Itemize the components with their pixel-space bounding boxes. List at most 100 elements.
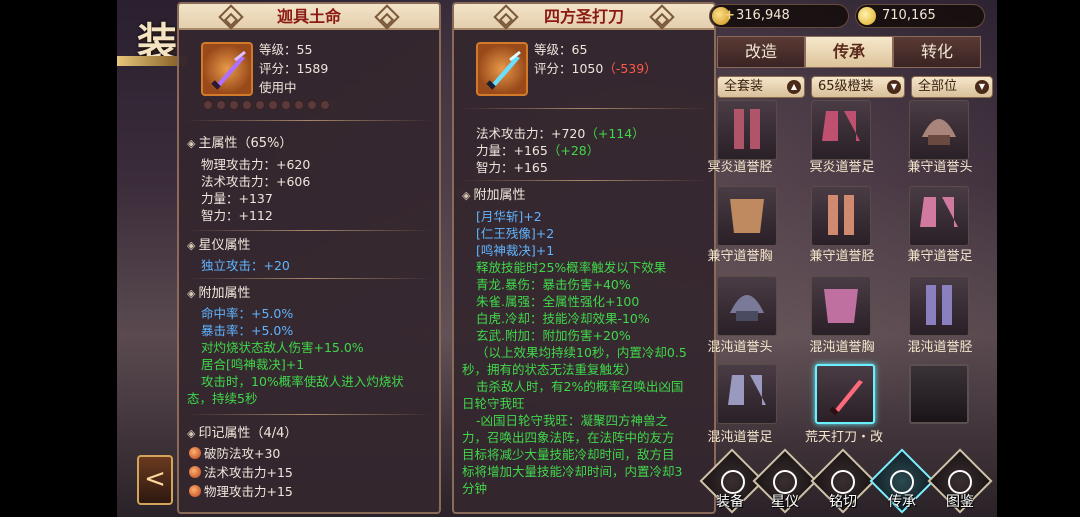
socket-dot — [216, 100, 226, 110]
sword-icon — [476, 42, 528, 96]
tab-inherit[interactable]: 传承 — [805, 36, 893, 68]
item-score: 评分：1589 — [259, 61, 329, 76]
score-diff: （-539） — [603, 61, 657, 76]
dropdown-icon: ▲ — [787, 80, 801, 94]
attr-strength: 力量：+165（+28） — [476, 142, 599, 159]
extra-attr-6: 朱雀.属强：全属性强化+100 — [476, 294, 640, 309]
main-attr-title: 主属性（65%） — [187, 135, 292, 152]
socket-dot — [255, 100, 265, 110]
equipment-slot[interactable] — [909, 186, 969, 246]
extra-attr-1: 命中率：+5.0% — [201, 306, 294, 321]
extra-attr-12: 日轮守我旺 — [462, 396, 525, 411]
equipment-slot[interactable] — [811, 186, 871, 246]
item-name: 四方圣打刀 — [543, 7, 624, 26]
equipment-slot[interactable] — [811, 100, 871, 160]
game-screen: 装 < 迦具土命 等级：55 评分：1589 使用中 主属性（65%） 物理攻击… — [0, 0, 1080, 517]
seal-gem-icon — [189, 466, 201, 478]
add-icon: + — [724, 8, 735, 23]
extra-attr-3: [鸣神裁决]+1 — [476, 243, 555, 258]
divider — [460, 108, 708, 109]
extra-attr-15: 目标将减少大量技能冷却时间，敌方目 — [462, 447, 675, 462]
attr-magic-value: 法术攻击力：+720 — [476, 126, 586, 141]
back-button[interactable]: < — [137, 455, 173, 505]
seal-gem-icon — [189, 447, 201, 459]
extra-attr-16: 标将增加大量技能冷却时间，内置冷却3 — [462, 464, 683, 479]
attr-strength-diff: （+28） — [547, 143, 600, 158]
equipment-slot[interactable] — [717, 186, 777, 246]
item-name: 兼守道誉胫 — [809, 249, 875, 264]
socket-dot — [281, 100, 291, 110]
ingot-counter[interactable]: 710,165 — [855, 4, 985, 28]
nav-codex-label: 图鉴 — [946, 494, 974, 510]
equipment-slot-selected[interactable] — [815, 364, 875, 424]
equipment-slot[interactable] — [717, 276, 777, 336]
tab-reform[interactable]: 改造 — [717, 36, 805, 68]
nav-engrave-label: 铭切 — [829, 494, 857, 510]
equipment-slot[interactable] — [909, 100, 969, 160]
equipment-slot[interactable] — [717, 100, 777, 160]
gold-counter[interactable]: + 316,948 — [709, 4, 849, 28]
extra-attr-13: -凶国日轮守我旺：凝聚四方神兽之 — [476, 413, 669, 428]
level-filter[interactable]: 65级橙装 ▼ — [811, 76, 905, 98]
set-filter[interactable]: 全套装 ▲ — [717, 76, 805, 98]
nav-equip-label: 装备 — [716, 494, 744, 510]
item-name: 荒天打刀・改 — [804, 430, 883, 445]
divider — [460, 180, 708, 181]
item-name: 兼守道誉足 — [907, 249, 973, 264]
prev-arrow-icon[interactable] — [493, 4, 519, 30]
seal-gem-icon — [189, 485, 201, 497]
dropdown-icon: ▼ — [887, 80, 901, 94]
slot-filter[interactable]: 全部位 ▼ — [911, 76, 993, 98]
dropdown-icon: ▼ — [975, 80, 989, 94]
set-filter-label: 全套装 — [724, 79, 764, 94]
empty-slot[interactable] — [909, 364, 969, 424]
tab-convert[interactable]: 转化 — [893, 36, 981, 68]
chest-armor-icon — [824, 289, 858, 323]
helmet-icon — [730, 295, 764, 321]
prev-arrow-icon[interactable] — [218, 4, 244, 30]
seal-attr-2-text: 法术攻击力+15 — [204, 465, 293, 480]
gold-amount: 316,948 — [736, 8, 790, 23]
main-attr-1: 物理攻击力：+620 — [201, 157, 311, 172]
extra-attr-title: 附加属性 — [462, 187, 525, 204]
main-attr-3: 力量：+137 — [201, 191, 273, 206]
extra-attr-14: 力，召唤出四象法阵，在法阵中的友方 — [462, 430, 675, 445]
extra-attr-6: 态，持续5秒 — [187, 391, 258, 406]
item-level: 等级：55 — [259, 42, 313, 57]
item-name: 混沌道誉头 — [707, 340, 773, 355]
item-score: 评分：1050（-539） — [534, 60, 657, 77]
equipment-slot[interactable] — [717, 364, 777, 424]
boots-icon — [822, 111, 860, 141]
next-arrow-icon[interactable] — [649, 4, 675, 30]
item-name: 冥炎道誉足 — [809, 160, 875, 175]
sword-icon — [201, 42, 253, 96]
extra-attr-1: [月华斩]+2 — [476, 209, 542, 224]
item-name: 迦具土命 — [276, 7, 341, 26]
compare-item-panel: 四方圣打刀 等级：65 评分：1050（-539） 法术攻击力：+720（+11… — [452, 2, 716, 514]
extra-attr-5: 攻击时，10%概率使敌人进入灼烧状 — [201, 374, 404, 389]
extra-attr-4: 释放技能时25%概率触发以下效果 — [476, 260, 667, 275]
extra-attr-4: 居合[鸣神裁决]+1 — [201, 357, 305, 372]
attr-magic-diff: （+114） — [585, 126, 645, 141]
equipment-slot[interactable] — [909, 276, 969, 336]
socket-dot — [294, 100, 304, 110]
attr-strength-value: 力量：+165 — [476, 143, 548, 158]
next-arrow-icon[interactable] — [374, 4, 400, 30]
boots-icon — [728, 375, 766, 405]
nav-inherit-label: 传承 — [888, 494, 916, 510]
seal-attr-3: 物理攻击力+15 — [189, 483, 293, 500]
item-name: 混沌道誉足 — [707, 430, 773, 445]
panel-header: 迦具土命 — [179, 4, 439, 30]
socket-dot — [307, 100, 317, 110]
item-name: 混沌道誉胸 — [809, 340, 875, 355]
leg-armor-icon — [926, 285, 952, 325]
divider — [185, 278, 433, 279]
extra-attr-9: （以上效果均持续10秒，内置冷却0.5 — [476, 345, 687, 360]
divider — [185, 230, 433, 231]
extra-attr-title: 附加属性 — [187, 285, 250, 302]
leg-armor-icon — [734, 109, 760, 149]
divider — [185, 120, 433, 121]
extra-attr-8: 玄武.附加：附加伤害+20% — [476, 328, 631, 343]
equipment-slot[interactable] — [811, 276, 871, 336]
equipment-panel: + 316,948 710,165 改造 传承 转化 全套装 ▲ 65级橙装 ▼ 全… — [699, 0, 997, 517]
